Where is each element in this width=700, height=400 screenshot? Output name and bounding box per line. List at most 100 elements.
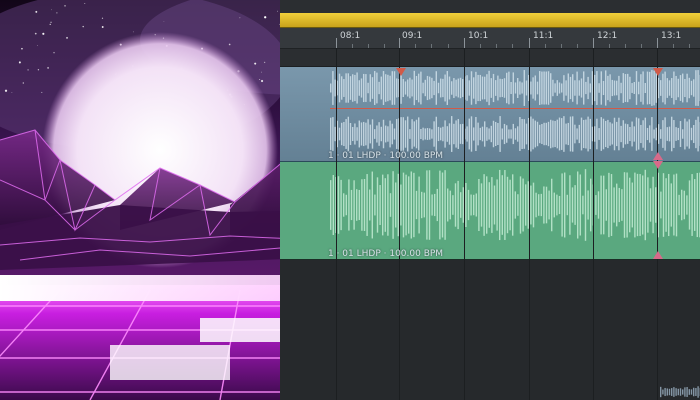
waveform-sample	[550, 73, 552, 103]
waveform-sample	[506, 125, 508, 143]
grid-line	[399, 48, 400, 400]
waveform-sample	[629, 126, 631, 142]
waveform-sample	[369, 74, 371, 102]
waveform-sample	[347, 116, 349, 152]
grid-line	[464, 48, 465, 400]
waveform-sample	[400, 184, 402, 226]
waveform-sample	[622, 120, 624, 148]
waveform-sample	[552, 120, 554, 148]
waveform-sample	[384, 178, 386, 232]
waveform-sample	[369, 124, 371, 144]
waveform-sample	[664, 387, 666, 397]
waveform-sample	[393, 128, 396, 140]
waveform-sample	[486, 176, 488, 234]
waveform-sample	[441, 172, 444, 238]
waveform-sample	[578, 80, 580, 96]
waveform-sample	[532, 77, 534, 99]
automation-line[interactable]	[330, 108, 700, 109]
waveform-sample	[367, 82, 369, 94]
waveform-sample	[354, 123, 356, 145]
waveform-sample	[540, 193, 542, 217]
waveform-sample	[633, 82, 635, 94]
waveform-sample	[584, 169, 587, 241]
waveform-sample	[354, 74, 356, 102]
waveform-sample	[688, 119, 690, 149]
waveform-sample	[580, 78, 583, 98]
waveform-sample	[539, 71, 541, 105]
waveform-sample	[421, 191, 423, 219]
waveform-sample	[426, 170, 428, 240]
waveform-sample	[587, 116, 589, 152]
waveform-sample	[380, 126, 382, 142]
waveform-sample	[616, 80, 618, 96]
waveform-sample	[539, 124, 541, 144]
waveform-sample	[609, 74, 611, 102]
waveform-sample	[378, 81, 380, 95]
waveform-sample	[675, 75, 677, 101]
waveform-sample	[446, 126, 448, 142]
waveform-sample	[501, 175, 503, 235]
waveform-sample	[565, 123, 567, 145]
waveform-sample	[508, 71, 510, 105]
waveform-sample	[479, 74, 481, 102]
waveform-sample	[393, 71, 396, 105]
clip-marker-icon[interactable]	[653, 152, 663, 160]
waveform-sample	[389, 120, 391, 148]
waveform-sample	[332, 71, 334, 105]
waveform-sample	[457, 180, 459, 230]
waveform-sample	[499, 169, 501, 241]
waveform-sample	[514, 128, 517, 140]
waveform-sample	[400, 117, 402, 151]
waveform-sample	[382, 119, 385, 149]
waveform-sample	[535, 192, 537, 218]
waveform-sample	[376, 125, 378, 143]
waveform-sample	[545, 122, 547, 146]
waveform-sample	[420, 129, 422, 139]
waveform-sample	[439, 170, 441, 240]
waveform-sample	[395, 182, 397, 228]
waveform-sample	[569, 76, 572, 100]
waveform-sample	[589, 83, 591, 93]
clip-marker-icon[interactable]	[653, 161, 663, 169]
waveform-sample	[668, 173, 670, 237]
clip-marker-icon[interactable]	[396, 68, 406, 76]
waveform-sample	[595, 195, 597, 215]
waveform-sample	[616, 183, 618, 227]
waveform-sample	[675, 127, 677, 141]
waveform-sample	[508, 129, 510, 139]
waveform-sample	[475, 117, 477, 151]
waveform-sample	[396, 78, 398, 98]
waveform-sample	[415, 75, 418, 101]
waveform-sample	[512, 123, 514, 145]
waveform-sample	[569, 116, 572, 152]
waveform-sample	[589, 118, 591, 150]
waveform-sample	[649, 71, 651, 105]
waveform-sample	[451, 116, 453, 152]
waveform-sample	[572, 74, 574, 102]
waveform-sample	[525, 80, 528, 96]
waveform-sample	[678, 194, 680, 216]
waveform-sample	[691, 174, 693, 236]
waveform-sample	[660, 386, 662, 398]
waveform-sample	[409, 77, 411, 99]
waveform-sample	[433, 121, 435, 147]
clip-marker-icon[interactable]	[653, 251, 663, 259]
waveform-sample	[600, 71, 602, 105]
waveform-sample	[532, 182, 535, 228]
daw-arrangement-view: 08:1 09:1 10:1 11:1 12:1 13:1 1 · 01 LHD…	[0, 0, 700, 400]
waveform-sample	[694, 179, 696, 231]
waveform-sample	[510, 129, 512, 139]
waveform-sample	[495, 121, 497, 147]
waveform-sample	[686, 73, 688, 103]
waveform-sample	[553, 192, 555, 218]
waveform-sample	[371, 171, 373, 239]
waveform-sample	[673, 120, 675, 148]
waveform-sample	[506, 176, 509, 234]
waveform-sample	[673, 174, 675, 236]
waveform-sample	[666, 78, 668, 98]
waveform-sample	[624, 74, 627, 102]
clip-marker-icon[interactable]	[653, 68, 663, 76]
waveform-sample	[534, 120, 536, 148]
waveform-sample	[578, 124, 580, 144]
waveform-sample	[387, 74, 389, 102]
